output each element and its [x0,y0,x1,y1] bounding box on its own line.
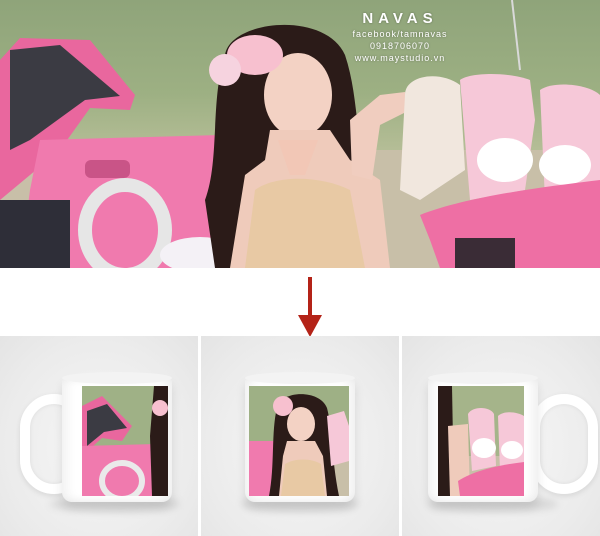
mug-print [438,386,524,496]
mockup-left [0,336,198,536]
watermark-website: www.maystudio.vn [354,53,446,63]
mug-print [82,386,168,496]
mockup-center [201,336,399,536]
watermark: NAVAS facebook/tamnavas 0918706070 www.m… [340,10,460,63]
mockup-right [402,336,600,536]
mug-handle [530,394,598,494]
mug-print [249,386,349,496]
watermark-phone: 0918706070 [369,41,431,51]
watermark-brand: NAVAS [362,10,438,27]
source-photo: NAVAS facebook/tamnavas 0918706070 www.m… [0,0,600,268]
photo-scene [0,0,600,268]
down-arrow-icon [298,277,322,337]
watermark-facebook: facebook/tamnavas [352,29,448,39]
